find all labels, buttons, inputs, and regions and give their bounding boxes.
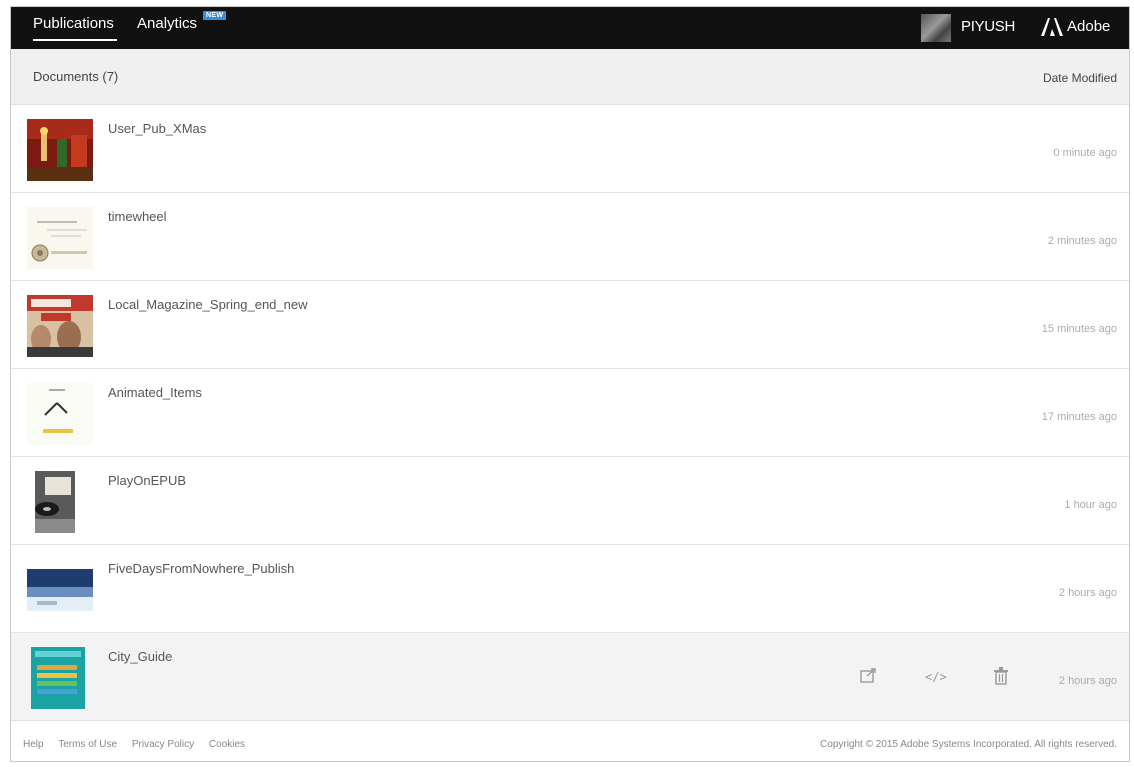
footer: Help Terms of Use Privacy Policy Cookies… <box>11 720 1129 761</box>
tab-publications[interactable]: Publications <box>33 15 114 32</box>
adobe-logo-icon <box>1041 18 1063 36</box>
document-name[interactable]: Local_Magazine_Spring_end_new <box>108 297 307 312</box>
document-thumbnail[interactable] <box>27 647 93 709</box>
document-name[interactable]: User_Pub_XMas <box>108 121 206 136</box>
new-badge: NEW <box>203 11 227 20</box>
avatar[interactable] <box>921 14 951 42</box>
document-modified-time: 1 hour ago <box>1064 499 1117 511</box>
embed-code-icon[interactable]: </> <box>925 667 947 687</box>
document-thumbnail[interactable] <box>27 295 93 357</box>
document-thumbnail[interactable] <box>27 207 93 269</box>
trash-icon[interactable] <box>991 667 1011 687</box>
document-modified-time: 15 minutes ago <box>1041 323 1117 335</box>
sort-by-date-modified[interactable]: Date Modified <box>1043 71 1117 85</box>
footer-link-help[interactable]: Help <box>23 739 44 750</box>
document-modified-time: 2 minutes ago <box>1047 235 1117 247</box>
document-thumbnail[interactable] <box>27 559 93 621</box>
copyright-text: Copyright © 2015 Adobe Systems Incorpora… <box>820 739 1117 750</box>
document-modified-time: 0 minute ago <box>1053 147 1117 159</box>
document-name[interactable]: City_Guide <box>108 649 172 664</box>
document-modified-time: 17 minutes ago <box>1041 411 1117 423</box>
document-thumbnail[interactable] <box>27 119 93 181</box>
document-row[interactable]: Local_Magazine_Spring_end_new 15 minutes… <box>11 281 1129 369</box>
document-modified-time: 2 hours ago <box>1058 587 1117 599</box>
footer-links: Help Terms of Use Privacy Policy Cookies <box>23 739 257 750</box>
adobe-brand-text: Adobe <box>1067 18 1111 35</box>
active-tab-indicator <box>33 39 117 41</box>
tab-analytics[interactable]: Analytics <box>137 15 197 32</box>
document-row[interactable]: timewheel 2 minutes ago <box>11 193 1129 281</box>
document-name[interactable]: FiveDaysFromNowhere_Publish <box>108 561 294 576</box>
document-name[interactable]: Animated_Items <box>108 385 202 400</box>
footer-link-terms[interactable]: Terms of Use <box>58 739 117 750</box>
document-modified-time: 2 hours ago <box>1058 675 1117 687</box>
document-row[interactable]: City_Guide </> 2 hours ago <box>11 633 1129 721</box>
document-row[interactable]: FiveDaysFromNowhere_Publish 2 hours ago <box>11 545 1129 633</box>
document-thumbnail[interactable] <box>27 383 93 445</box>
share-icon[interactable] <box>859 667 879 687</box>
document-name[interactable]: PlayOnEPUB <box>108 473 186 488</box>
top-nav-bar: Publications Analytics NEW PIYUSH Adobe <box>11 7 1129 49</box>
user-name[interactable]: PIYUSH <box>961 18 1015 35</box>
documents-header: Documents (7) Date Modified <box>11 49 1129 105</box>
document-thumbnail[interactable] <box>27 471 93 533</box>
footer-link-cookies[interactable]: Cookies <box>209 739 245 750</box>
app-window: Publications Analytics NEW PIYUSH Adobe … <box>10 6 1130 762</box>
document-row[interactable]: PlayOnEPUB 1 hour ago <box>11 457 1129 545</box>
document-row[interactable]: User_Pub_XMas 0 minute ago <box>11 105 1129 193</box>
document-row[interactable]: Animated_Items 17 minutes ago <box>11 369 1129 457</box>
document-name[interactable]: timewheel <box>108 209 167 224</box>
footer-link-privacy[interactable]: Privacy Policy <box>132 739 194 750</box>
documents-count-title: Documents (7) <box>33 69 119 84</box>
